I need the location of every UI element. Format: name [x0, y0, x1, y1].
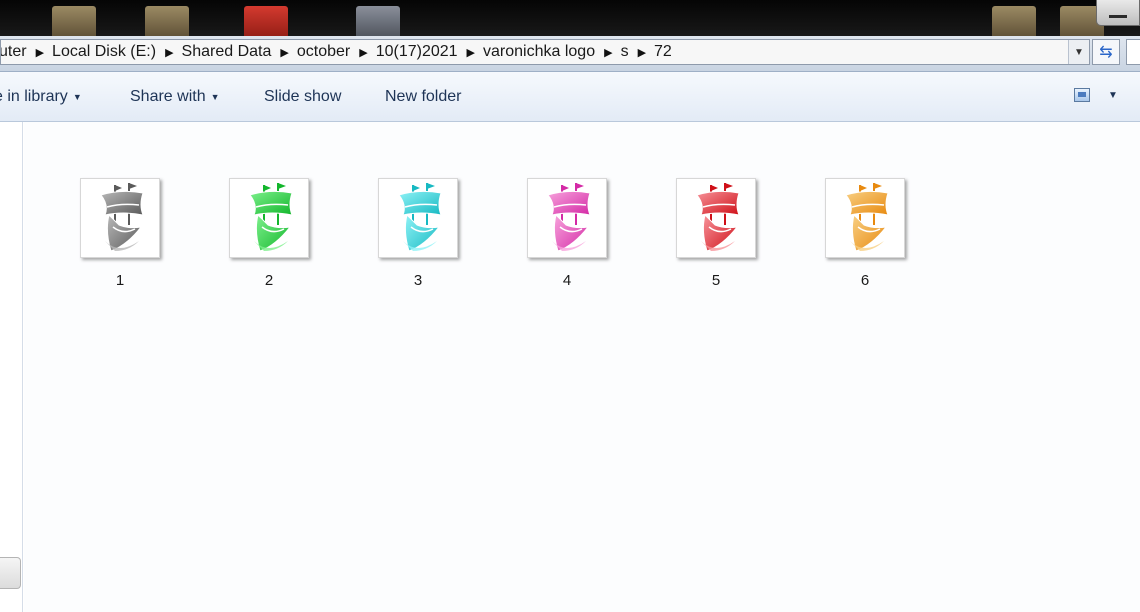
breadcrumb-item[interactable]: Local Disk (E:) [46, 43, 163, 61]
file-thumbnail[interactable] [80, 178, 160, 258]
share-with-label: Share with [130, 88, 206, 105]
breadcrumb-item[interactable]: 10(17)2021 [370, 43, 465, 61]
new-folder-button[interactable]: New folder [385, 72, 461, 122]
file-thumbnail[interactable] [378, 178, 458, 258]
address-bar: uter ▶ Local Disk (E:) ▶ Shared Data ▶ o… [0, 36, 1140, 72]
breadcrumb-separator-icon[interactable]: ▶ [602, 46, 614, 59]
breadcrumb-separator-icon[interactable]: ▶ [636, 46, 648, 59]
file-item[interactable]: 2 [225, 178, 313, 298]
minimize-button[interactable] [1096, 0, 1140, 26]
chevron-down-icon: ▼ [72, 92, 82, 102]
file-thumbnail[interactable] [825, 178, 905, 258]
chevron-down-icon[interactable]: ▼ [1068, 40, 1089, 64]
include-in-library-button[interactable]: e in library ▼ [0, 72, 82, 122]
file-item[interactable]: 3 [374, 178, 462, 298]
file-thumbnail[interactable] [527, 178, 607, 258]
breadcrumb-item[interactable]: october [291, 43, 357, 61]
desktop-recycle-bin-icon[interactable] [356, 6, 400, 40]
breadcrumb-separator-icon[interactable]: ▶ [163, 46, 175, 59]
share-with-button[interactable]: Share with ▼ [130, 72, 220, 122]
desktop-background [0, 0, 1140, 40]
desktop-document-icon[interactable] [145, 6, 189, 40]
ship-logo-icon [845, 183, 889, 252]
breadcrumb-separator-icon[interactable]: ▶ [278, 46, 290, 59]
file-item[interactable]: 5 [672, 178, 760, 298]
ship-logo-icon [249, 183, 293, 252]
file-name[interactable]: 4 [523, 272, 611, 289]
command-toolbar: e in library ▼ Share with ▼ Slide show N… [0, 72, 1140, 122]
chevron-down-icon[interactable]: ▼ [1108, 90, 1118, 101]
breadcrumb[interactable]: uter ▶ Local Disk (E:) ▶ Shared Data ▶ o… [0, 39, 1090, 65]
ship-logo-icon [100, 183, 144, 252]
breadcrumb-item-current[interactable]: 72 [648, 43, 679, 61]
breadcrumb-item[interactable]: Shared Data [176, 43, 279, 61]
file-item[interactable]: 4 [523, 178, 611, 298]
file-item[interactable]: 6 [821, 178, 909, 298]
breadcrumb-separator-icon[interactable]: ▶ [357, 46, 369, 59]
include-in-library-label: e in library [0, 88, 68, 105]
view-options-icon[interactable] [1074, 88, 1090, 102]
breadcrumb-item[interactable]: uter [1, 43, 34, 61]
breadcrumb-items: uter ▶ Local Disk (E:) ▶ Shared Data ▶ o… [1, 43, 679, 61]
file-list[interactable]: 1 2 3 4 5 6 [24, 122, 1140, 612]
file-thumbnail[interactable] [676, 178, 756, 258]
file-thumbnail[interactable] [229, 178, 309, 258]
ship-logo-icon [547, 183, 591, 252]
breadcrumb-item[interactable]: s [615, 43, 636, 61]
navigation-pane[interactable] [0, 122, 23, 612]
refresh-icon[interactable]: ⇆ [1092, 39, 1120, 65]
navigation-pane-scrollbar[interactable] [0, 557, 21, 589]
file-item[interactable]: 1 [76, 178, 164, 298]
file-name[interactable]: 5 [672, 272, 760, 289]
ship-logo-icon [696, 183, 740, 252]
file-name[interactable]: 6 [821, 272, 909, 289]
new-folder-label: New folder [385, 88, 462, 105]
slide-show-button[interactable]: Slide show [264, 72, 341, 122]
breadcrumb-item[interactable]: varonichka logo [477, 43, 602, 61]
search-input[interactable] [1126, 39, 1140, 65]
desktop-app-icon[interactable] [244, 6, 288, 40]
file-name[interactable]: 2 [225, 272, 313, 289]
ship-logo-icon [398, 183, 442, 252]
breadcrumb-separator-icon[interactable]: ▶ [34, 46, 46, 59]
breadcrumb-separator-icon[interactable]: ▶ [465, 46, 477, 59]
file-name[interactable]: 1 [76, 272, 164, 289]
desktop-folder-icon[interactable] [992, 6, 1036, 40]
slide-show-label: Slide show [264, 88, 342, 105]
minimize-icon [1109, 15, 1127, 18]
file-name[interactable]: 3 [374, 272, 462, 289]
desktop-folder-icon[interactable] [52, 6, 96, 40]
chevron-down-icon: ▼ [210, 92, 220, 102]
